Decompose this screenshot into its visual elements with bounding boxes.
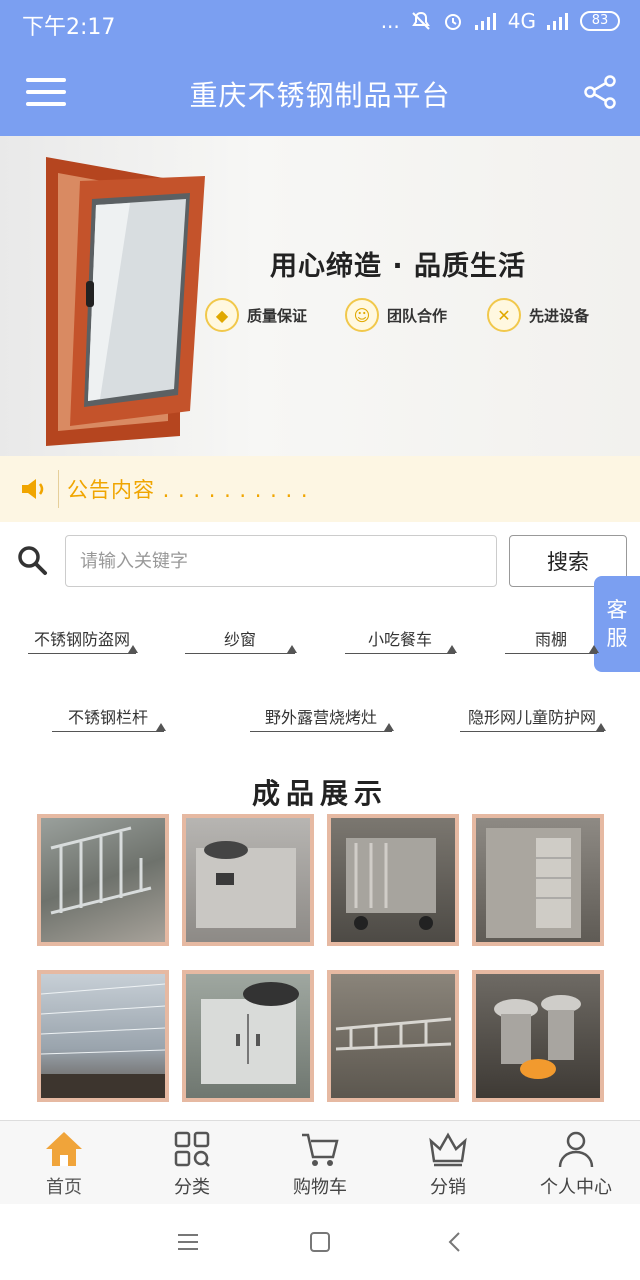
tab-home[interactable]: 首页 <box>0 1121 128 1204</box>
speaker-icon <box>22 479 44 499</box>
search-icon <box>18 546 47 575</box>
tag-link[interactable]: 小吃餐车 <box>345 630 457 654</box>
alarm-icon <box>444 14 461 30</box>
signal-icon-2 <box>547 13 568 30</box>
notice-divider <box>58 470 59 508</box>
page-title: 重庆不锈钢制品平台 <box>189 79 451 112</box>
product-thumbnail[interactable] <box>37 970 169 1102</box>
share-icon[interactable] <box>582 74 618 110</box>
tag-link[interactable]: 纱窗 <box>185 630 297 654</box>
tab-profile[interactable]: 个人中心 <box>512 1121 640 1204</box>
product-thumbnail[interactable] <box>472 970 604 1102</box>
bottom-tab-bar: 首页 分类 购物车 分销 个人中心 <box>0 1120 640 1204</box>
crown-icon <box>429 1132 467 1167</box>
back-icon[interactable] <box>443 1230 467 1254</box>
status-time: 下午2:17 <box>22 15 116 40</box>
tab-cart[interactable]: 购物车 <box>256 1121 384 1204</box>
network-type: 4G <box>507 9 536 33</box>
notice-bar[interactable]: 公告内容 . . . . . . . . . . <box>0 456 640 522</box>
tab-label: 分销 <box>430 1177 466 1198</box>
recents-menu-icon[interactable] <box>176 1230 200 1254</box>
tab-label: 首页 <box>46 1177 82 1198</box>
tab-label: 个人中心 <box>540 1177 612 1198</box>
product-thumbnail[interactable] <box>472 814 604 946</box>
cart-icon <box>302 1133 339 1166</box>
feature-quality: ◆ 质量保证 <box>205 298 307 332</box>
feature-label: 质量保证 <box>247 306 308 325</box>
tab-category[interactable]: 分类 <box>128 1121 256 1204</box>
app-header: 重庆不锈钢制品平台 <box>0 46 640 136</box>
tab-label: 分类 <box>174 1177 210 1198</box>
system-nav-bar <box>0 1204 640 1280</box>
signal-icon <box>474 13 496 30</box>
product-thumbnail[interactable] <box>327 814 459 946</box>
customer-service-label-1: 客 <box>606 598 628 622</box>
tab-label: 购物车 <box>293 1177 347 1198</box>
status-bar: 下午2:17 ... 4G 83 <box>0 0 640 46</box>
banner-slogan: 用心缔造 · 品质生活 <box>270 251 527 282</box>
feature-equipment: ✕ 先进设备 <box>487 298 589 332</box>
product-thumbnail[interactable] <box>182 814 314 946</box>
user-icon <box>558 1131 594 1168</box>
team-icon: ☺ <box>345 298 379 332</box>
home-icon <box>46 1132 82 1166</box>
feature-label: 先进设备 <box>529 306 590 325</box>
customer-service-label-2: 服 <box>606 626 628 650</box>
battery-icon: 83 <box>580 11 620 31</box>
tag-link[interactable]: 隐形网儿童防护网 <box>460 708 606 732</box>
tag-link[interactable]: 雨棚 <box>505 630 599 654</box>
customer-service-button[interactable]: 客 服 <box>594 576 640 672</box>
notice-text: 公告内容 . . . . . . . . . . <box>67 478 309 502</box>
promo-banner[interactable]: 用心缔造 · 品质生活 ◆ 质量保证 ☺ 团队合作 ✕ 先进设备 <box>0 136 640 456</box>
tag-link[interactable]: 不锈钢防盗网 <box>28 630 138 654</box>
home-square-icon[interactable] <box>308 1230 332 1254</box>
tag-link[interactable]: 野外露营烧烤灶 <box>250 708 394 732</box>
tab-distribution[interactable]: 分销 <box>384 1121 512 1204</box>
product-thumbnail[interactable] <box>182 970 314 1102</box>
product-thumbnail[interactable] <box>37 814 169 946</box>
search-input[interactable] <box>65 535 497 587</box>
section-title: 成品展示 <box>251 777 388 810</box>
tag-link[interactable]: 不锈钢栏杆 <box>52 708 166 732</box>
mute-bell-icon <box>411 11 430 30</box>
category-icon <box>174 1131 210 1167</box>
more-dots: ... <box>380 9 400 33</box>
feature-label: 团队合作 <box>387 306 448 325</box>
product-thumbnail[interactable] <box>327 970 459 1102</box>
feature-team: ☺ 团队合作 <box>345 298 447 332</box>
tools-icon: ✕ <box>487 298 521 332</box>
diamond-icon: ◆ <box>205 298 239 332</box>
